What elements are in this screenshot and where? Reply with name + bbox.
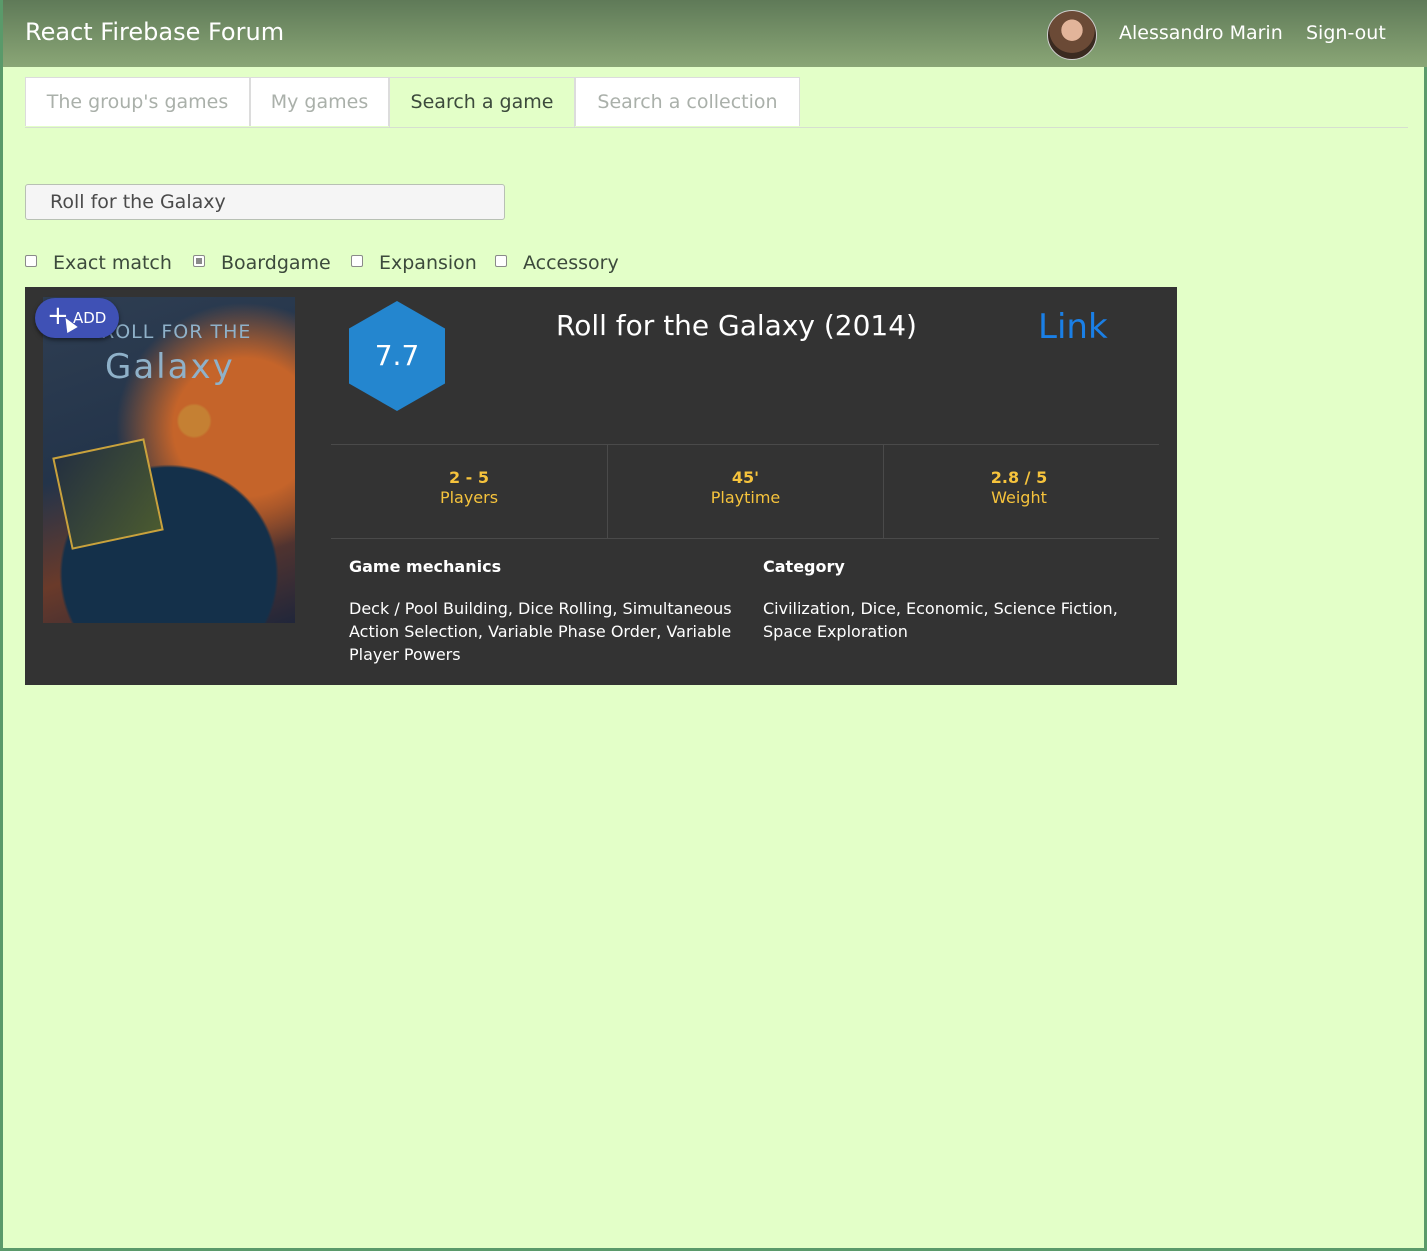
cover-dice-art (52, 438, 164, 550)
stat-weight: 2.8 / 5 Weight (884, 445, 1154, 538)
sign-out-link[interactable]: Sign-out (1306, 22, 1386, 44)
add-game-button[interactable]: + ADD (35, 298, 119, 338)
game-cover-image: ROLL FOR THE Galaxy (43, 297, 295, 623)
cover-title-line2: Galaxy (105, 347, 235, 387)
rating-value: 7.7 (374, 339, 420, 372)
category-text: Civilization, Dice, Economic, Science Fi… (763, 599, 1118, 641)
search-input[interactable] (25, 184, 505, 220)
cover-title-line1: ROLL FOR THE (101, 321, 252, 343)
stat-players: 2 - 5 Players (331, 445, 607, 538)
add-label: ADD (73, 309, 107, 327)
tab-search-game[interactable]: Search a game (389, 77, 575, 127)
tab-search-collection[interactable]: Search a collection (575, 77, 800, 126)
app-title[interactable]: React Firebase Forum (25, 18, 284, 46)
game-result-card: ROLL FOR THE Galaxy + ADD 7.7 Roll for t… (25, 287, 1177, 685)
tab-bar: The group's games My games Search a game… (25, 77, 1408, 128)
tab-groups-games[interactable]: The group's games (25, 77, 250, 126)
stat-playtime-label: Playtime (710, 488, 781, 507)
game-link[interactable]: Link (1038, 307, 1108, 347)
rating-hexagon: 7.7 (349, 301, 445, 411)
accessory-checkbox[interactable] (495, 255, 507, 267)
exact-match-label: Exact match (53, 252, 172, 274)
top-navbar: React Firebase Forum Alessandro Marin Si… (3, 0, 1427, 67)
expansion-label: Expansion (379, 252, 477, 274)
mechanics-text: Deck / Pool Building, Dice Rolling, Simu… (349, 599, 732, 664)
game-stats: 2 - 5 Players 45' Playtime 2.8 / 5 Weigh… (331, 444, 1159, 539)
stat-playtime: 45' Playtime (608, 445, 883, 538)
stat-playtime-value: 45' (731, 468, 760, 487)
accessory-label: Accessory (523, 252, 619, 274)
stat-players-label: Players (439, 488, 499, 507)
stat-weight-value: 2.8 / 5 (990, 468, 1048, 487)
exact-match-checkbox[interactable] (25, 255, 37, 267)
stat-players-value: 2 - 5 (448, 468, 490, 487)
boardgame-label: Boardgame (221, 252, 331, 274)
user-name: Alessandro Marin (1119, 22, 1283, 44)
game-title: Roll for the Galaxy (2014) (556, 309, 917, 342)
user-avatar[interactable] (1047, 10, 1097, 60)
stat-weight-label: Weight (991, 488, 1047, 507)
boardgame-checkbox[interactable] (193, 255, 205, 267)
tab-my-games[interactable]: My games (250, 77, 389, 126)
category-heading: Category (763, 557, 845, 576)
expansion-checkbox[interactable] (351, 255, 363, 267)
mechanics-heading: Game mechanics (349, 557, 502, 576)
